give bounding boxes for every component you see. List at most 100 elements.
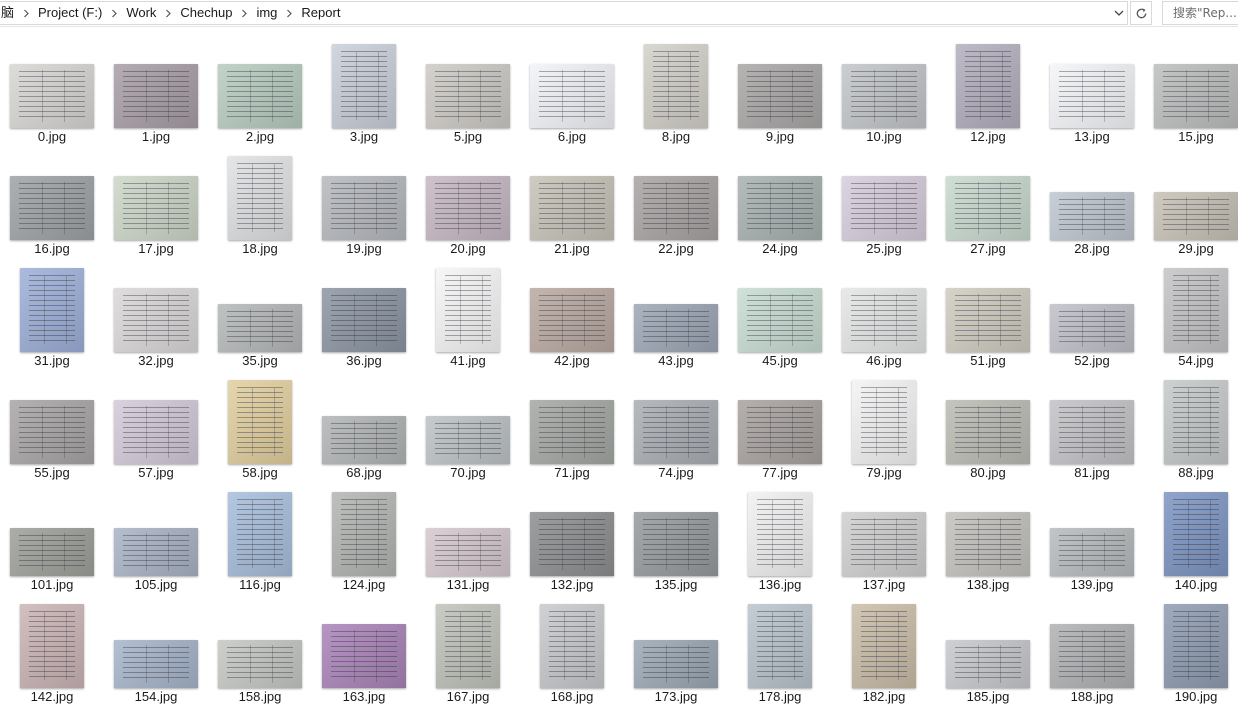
- file-item[interactable]: 2.jpg: [208, 30, 312, 144]
- image-thumbnail[interactable]: [634, 304, 718, 352]
- image-thumbnail[interactable]: [1050, 64, 1134, 128]
- file-item[interactable]: 158.jpg: [208, 590, 312, 704]
- file-item[interactable]: 25.jpg: [832, 142, 936, 256]
- file-item[interactable]: 32.jpg: [104, 254, 208, 368]
- breadcrumb-item[interactable]: Chechup: [176, 2, 236, 24]
- file-item[interactable]: 28.jpg: [1040, 142, 1144, 256]
- file-item[interactable]: 21.jpg: [520, 142, 624, 256]
- file-item[interactable]: 27.jpg: [936, 142, 1040, 256]
- file-item[interactable]: 71.jpg: [520, 366, 624, 480]
- image-thumbnail[interactable]: [1164, 492, 1228, 576]
- image-thumbnail[interactable]: [530, 64, 614, 128]
- file-item[interactable]: 18.jpg: [208, 142, 312, 256]
- image-thumbnail[interactable]: [114, 640, 198, 688]
- image-thumbnail[interactable]: [218, 640, 302, 688]
- file-item[interactable]: 57.jpg: [104, 366, 208, 480]
- file-item[interactable]: 188.jpg: [1040, 590, 1144, 704]
- image-thumbnail[interactable]: [748, 492, 812, 576]
- image-thumbnail[interactable]: [1154, 192, 1238, 240]
- file-item[interactable]: 138.jpg: [936, 478, 1040, 592]
- address-bar[interactable]: 脑 Project (F:) Work Chechup img Report: [0, 1, 1128, 25]
- file-item[interactable]: 105.jpg: [104, 478, 208, 592]
- image-thumbnail[interactable]: [10, 64, 94, 128]
- file-item[interactable]: 41.jpg: [416, 254, 520, 368]
- image-thumbnail[interactable]: [634, 176, 718, 240]
- image-thumbnail[interactable]: [946, 288, 1030, 352]
- breadcrumb-item[interactable]: img: [252, 2, 281, 24]
- image-thumbnail[interactable]: [1050, 192, 1134, 240]
- file-item[interactable]: 20.jpg: [416, 142, 520, 256]
- file-item[interactable]: 190.jpg: [1144, 590, 1238, 704]
- file-item[interactable]: 81.jpg: [1040, 366, 1144, 480]
- file-item[interactable]: 31.jpg: [0, 254, 104, 368]
- image-thumbnail[interactable]: [946, 176, 1030, 240]
- search-input[interactable]: [1173, 6, 1238, 20]
- file-item[interactable]: 101.jpg: [0, 478, 104, 592]
- image-thumbnail[interactable]: [1164, 604, 1228, 688]
- image-thumbnail[interactable]: [1050, 528, 1134, 576]
- file-item[interactable]: 116.jpg: [208, 478, 312, 592]
- breadcrumb-item[interactable]: Report: [297, 2, 344, 24]
- file-item[interactable]: 135.jpg: [624, 478, 728, 592]
- file-item[interactable]: 132.jpg: [520, 478, 624, 592]
- file-item[interactable]: 163.jpg: [312, 590, 416, 704]
- image-thumbnail[interactable]: [218, 304, 302, 352]
- file-item[interactable]: 12.jpg: [936, 30, 1040, 144]
- image-thumbnail[interactable]: [1050, 400, 1134, 464]
- image-thumbnail[interactable]: [852, 604, 916, 688]
- file-item[interactable]: 13.jpg: [1040, 30, 1144, 144]
- file-item[interactable]: 80.jpg: [936, 366, 1040, 480]
- image-thumbnail[interactable]: [634, 512, 718, 576]
- image-thumbnail[interactable]: [20, 604, 84, 688]
- image-thumbnail[interactable]: [322, 624, 406, 688]
- image-thumbnail[interactable]: [540, 604, 604, 688]
- image-thumbnail[interactable]: [426, 176, 510, 240]
- breadcrumb-separator[interactable]: [281, 2, 297, 24]
- image-thumbnail[interactable]: [114, 400, 198, 464]
- file-item[interactable]: 10.jpg: [832, 30, 936, 144]
- file-item[interactable]: 52.jpg: [1040, 254, 1144, 368]
- image-thumbnail[interactable]: [10, 528, 94, 576]
- file-item[interactable]: 24.jpg: [728, 142, 832, 256]
- image-thumbnail[interactable]: [114, 288, 198, 352]
- file-item[interactable]: 178.jpg: [728, 590, 832, 704]
- file-item[interactable]: 79.jpg: [832, 366, 936, 480]
- file-item[interactable]: 185.jpg: [936, 590, 1040, 704]
- image-thumbnail[interactable]: [842, 176, 926, 240]
- file-item[interactable]: 167.jpg: [416, 590, 520, 704]
- image-thumbnail[interactable]: [738, 176, 822, 240]
- file-item[interactable]: 51.jpg: [936, 254, 1040, 368]
- image-thumbnail[interactable]: [426, 416, 510, 464]
- breadcrumb-item[interactable]: 脑: [0, 2, 18, 24]
- image-thumbnail[interactable]: [852, 380, 916, 464]
- file-item[interactable]: 58.jpg: [208, 366, 312, 480]
- image-thumbnail[interactable]: [10, 176, 94, 240]
- file-item[interactable]: 29.jpg: [1144, 142, 1238, 256]
- image-thumbnail[interactable]: [436, 604, 500, 688]
- image-thumbnail[interactable]: [332, 492, 396, 576]
- file-item[interactable]: 182.jpg: [832, 590, 936, 704]
- image-thumbnail[interactable]: [946, 640, 1030, 688]
- image-thumbnail[interactable]: [634, 400, 718, 464]
- file-item[interactable]: 55.jpg: [0, 366, 104, 480]
- file-item[interactable]: 142.jpg: [0, 590, 104, 704]
- file-item[interactable]: 68.jpg: [312, 366, 416, 480]
- image-thumbnail[interactable]: [436, 268, 500, 352]
- file-item[interactable]: 22.jpg: [624, 142, 728, 256]
- file-item[interactable]: 6.jpg: [520, 30, 624, 144]
- file-item[interactable]: 19.jpg: [312, 142, 416, 256]
- file-item[interactable]: 45.jpg: [728, 254, 832, 368]
- file-item[interactable]: 77.jpg: [728, 366, 832, 480]
- file-item[interactable]: 15.jpg: [1144, 30, 1238, 144]
- file-item[interactable]: 74.jpg: [624, 366, 728, 480]
- file-item[interactable]: 36.jpg: [312, 254, 416, 368]
- breadcrumb-separator[interactable]: [18, 2, 34, 24]
- image-thumbnail[interactable]: [738, 64, 822, 128]
- image-thumbnail[interactable]: [530, 400, 614, 464]
- file-item[interactable]: 54.jpg: [1144, 254, 1238, 368]
- breadcrumb-item[interactable]: Work: [122, 2, 160, 24]
- file-item[interactable]: 131.jpg: [416, 478, 520, 592]
- file-item[interactable]: 1.jpg: [104, 30, 208, 144]
- image-thumbnail[interactable]: [114, 64, 198, 128]
- refresh-button[interactable]: [1130, 1, 1152, 25]
